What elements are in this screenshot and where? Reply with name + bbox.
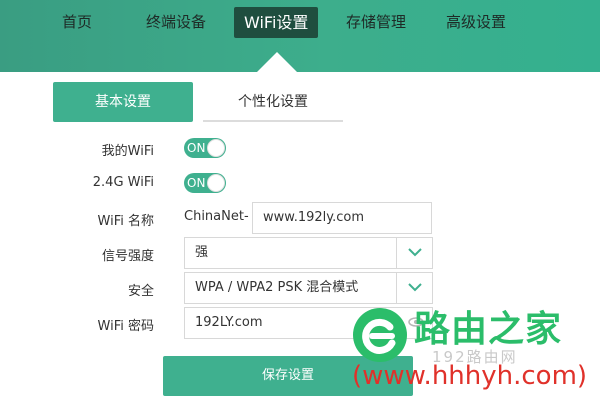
nav-item-advanced[interactable]: 高级设置 <box>436 7 516 38</box>
subtab-basic[interactable]: 基本设置 <box>53 82 193 122</box>
nav-item-storage[interactable]: 存储管理 <box>336 7 416 38</box>
security-value: WPA / WPA2 PSK 混合模式 <box>195 280 359 295</box>
chevron-down-icon[interactable] <box>396 273 432 303</box>
my-wifi-toggle[interactable]: ON <box>184 138 226 158</box>
watermark-title: 路由之家 <box>414 309 563 350</box>
signal-strength-label: 信号强度 <box>101 249 154 264</box>
wifi-name-prefix: ChinaNet- <box>184 209 249 224</box>
nav-item-wifi-settings[interactable]: WiFi设置 <box>234 7 319 38</box>
wifi-name-input[interactable]: www.192ly.com <box>252 202 432 234</box>
signal-strength-value: 强 <box>195 245 209 260</box>
my-wifi-label: 我的WiFi <box>101 144 154 159</box>
wifi-24g-toggle[interactable]: ON <box>184 173 226 193</box>
watermark-logo-icon <box>353 308 407 362</box>
subtab-personal[interactable]: 个性化设置 <box>203 82 343 122</box>
security-label: 安全 <box>127 284 154 299</box>
wifi-24g-toggle-text: ON <box>187 176 206 190</box>
toggle-knob <box>207 139 225 157</box>
my-wifi-toggle-text: ON <box>187 141 206 155</box>
wifi-24g-label: 2.4G WiFi <box>92 175 154 190</box>
wifi-name-label: WiFi 名称 <box>97 214 154 229</box>
security-select[interactable]: WPA / WPA2 PSK 混合模式 <box>184 272 433 304</box>
wifi-password-label: WiFi 密码 <box>97 319 154 334</box>
active-nav-pointer <box>257 52 297 72</box>
watermark-url: (www.hhhyh.com) <box>352 361 588 391</box>
nav-item-home[interactable]: 首页 <box>52 7 102 38</box>
nav-item-devices[interactable]: 终端设备 <box>136 7 216 38</box>
signal-strength-select[interactable]: 强 <box>184 237 433 269</box>
chevron-down-icon[interactable] <box>396 238 432 268</box>
top-nav-bar: 首页 终端设备 WiFi设置 存储管理 高级设置 <box>0 0 600 72</box>
toggle-knob <box>207 174 225 192</box>
